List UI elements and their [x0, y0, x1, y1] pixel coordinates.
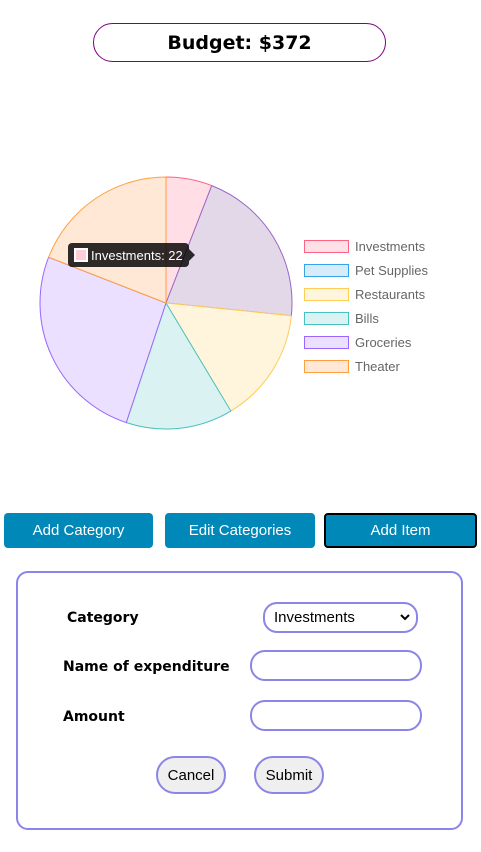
- category-select[interactable]: Investments: [263, 602, 418, 633]
- amount-label: Amount: [63, 709, 125, 725]
- legend-label: Investments: [355, 238, 426, 254]
- legend-label: Theater: [355, 358, 400, 374]
- submit-button[interactable]: Submit: [254, 756, 324, 794]
- legend-swatch: [304, 311, 349, 325]
- legend-swatch: [304, 239, 349, 253]
- name-label: Name of expenditure: [63, 659, 230, 675]
- legend-label: Restaurants: [355, 286, 426, 302]
- legend-swatch: [304, 287, 349, 301]
- budget-display: Budget: $372: [93, 23, 386, 62]
- name-input[interactable]: [250, 650, 422, 681]
- add-item-button[interactable]: Add Item: [324, 513, 477, 548]
- amount-input[interactable]: [250, 700, 422, 731]
- add-item-form: Category Investments Name of expenditure…: [16, 571, 463, 830]
- legend-label: Bills: [355, 310, 379, 326]
- legend-item[interactable]: Restaurants: [304, 282, 428, 306]
- legend-item[interactable]: Groceries: [304, 330, 428, 354]
- legend-label: Pet Supplies: [355, 262, 428, 278]
- cancel-button[interactable]: Cancel: [156, 756, 226, 794]
- legend-item[interactable]: Bills: [304, 306, 428, 330]
- tooltip-swatch: [74, 248, 88, 262]
- legend-swatch: [304, 359, 349, 373]
- action-buttons: Add Category Edit Categories Add Item: [0, 513, 481, 549]
- legend-item[interactable]: Theater: [304, 354, 428, 378]
- budget-text: Budget: $372: [167, 31, 312, 54]
- legend-item[interactable]: Pet Supplies: [304, 258, 428, 282]
- legend-item[interactable]: Investments: [304, 234, 428, 258]
- legend-swatch: [304, 335, 349, 349]
- add-category-button[interactable]: Add Category: [4, 513, 153, 548]
- category-select-value: Investments: [274, 609, 355, 626]
- category-label: Category: [67, 610, 139, 626]
- chart-legend: Investments Pet Supplies Restaurants Bills G…: [304, 234, 428, 378]
- legend-label: Groceries: [355, 334, 412, 350]
- edit-categories-button[interactable]: Edit Categories: [165, 513, 315, 548]
- chart-tooltip: Investments: 22: [68, 243, 195, 267]
- tooltip-text: Investments: 22: [91, 247, 183, 263]
- chevron-down-icon: [400, 612, 410, 624]
- legend-swatch: [304, 263, 349, 277]
